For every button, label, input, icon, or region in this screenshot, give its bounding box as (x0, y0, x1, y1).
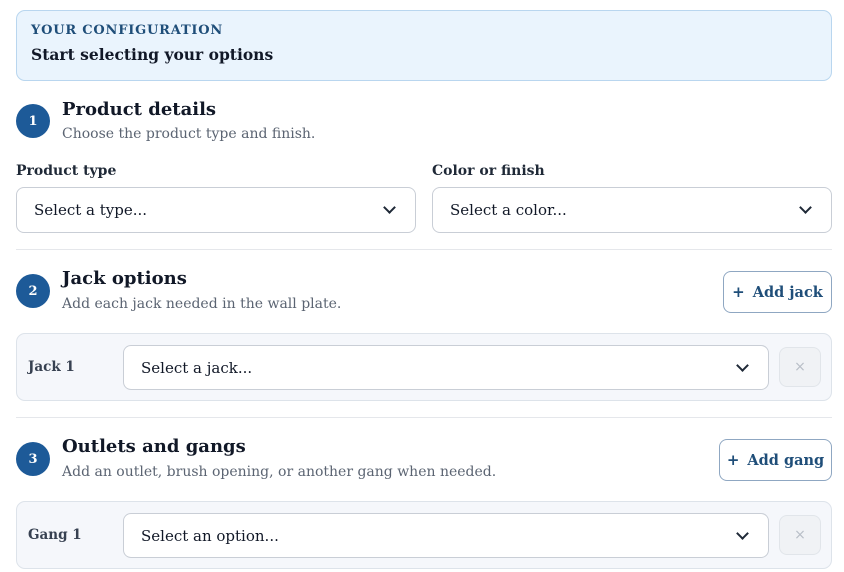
jack-row-label: Jack 1 (28, 359, 75, 375)
step-badge-2: 2 (16, 274, 50, 308)
banner-title: Start selecting your options (31, 45, 274, 64)
gang-row-label: Gang 1 (28, 527, 82, 543)
plus-icon: + (726, 451, 740, 469)
plus-icon: + (732, 283, 745, 301)
section-title-jack-options: Jack options (62, 268, 187, 289)
chevron-down-icon (736, 526, 749, 540)
close-icon: × (794, 359, 806, 375)
jack-row: Jack 1 Select a jack... × (16, 333, 832, 401)
section-divider (16, 417, 832, 418)
add-jack-button[interactable]: + Add jack (723, 271, 832, 313)
chevron-down-icon (736, 358, 749, 372)
add-gang-label: Add gang (747, 451, 825, 469)
configuration-banner: YOUR CONFIGURATION Start selecting your … (16, 10, 832, 81)
add-gang-button[interactable]: + Add gang (719, 439, 832, 481)
gang-select[interactable]: Select an option... (123, 513, 769, 558)
chevron-down-icon (799, 201, 812, 214)
product-type-value: Select a type... (34, 201, 148, 219)
add-jack-label: Add jack (752, 283, 823, 301)
step-badge-3: 3 (16, 442, 50, 476)
section-description-jack-options: Add each jack needed in the wall plate. (62, 296, 342, 312)
product-type-label: Product type (16, 163, 117, 179)
color-finish-select[interactable]: Select a color... (432, 187, 832, 233)
section-title-product-details: Product details (62, 99, 217, 120)
color-finish-value: Select a color... (450, 201, 567, 219)
section-divider (16, 249, 832, 250)
jack-select-value: Select a jack... (141, 358, 253, 377)
banner-eyebrow: YOUR CONFIGURATION (31, 23, 224, 38)
product-type-select[interactable]: Select a type... (16, 187, 416, 233)
section-title-outlets-gangs: Outlets and gangs (62, 436, 246, 457)
gang-select-value: Select an option... (141, 526, 279, 545)
section-description-product-details: Choose the product type and finish. (62, 126, 316, 142)
remove-jack-button[interactable]: × (779, 347, 821, 387)
jack-select[interactable]: Select a jack... (123, 345, 769, 390)
close-icon: × (794, 527, 806, 543)
section-description-outlets-gangs: Add an outlet, brush opening, or another… (62, 464, 497, 480)
remove-gang-button[interactable]: × (779, 515, 821, 555)
step-badge-1: 1 (16, 104, 50, 138)
chevron-down-icon (383, 201, 396, 214)
gang-row: Gang 1 Select an option... × (16, 501, 832, 569)
color-finish-label: Color or finish (432, 163, 545, 179)
